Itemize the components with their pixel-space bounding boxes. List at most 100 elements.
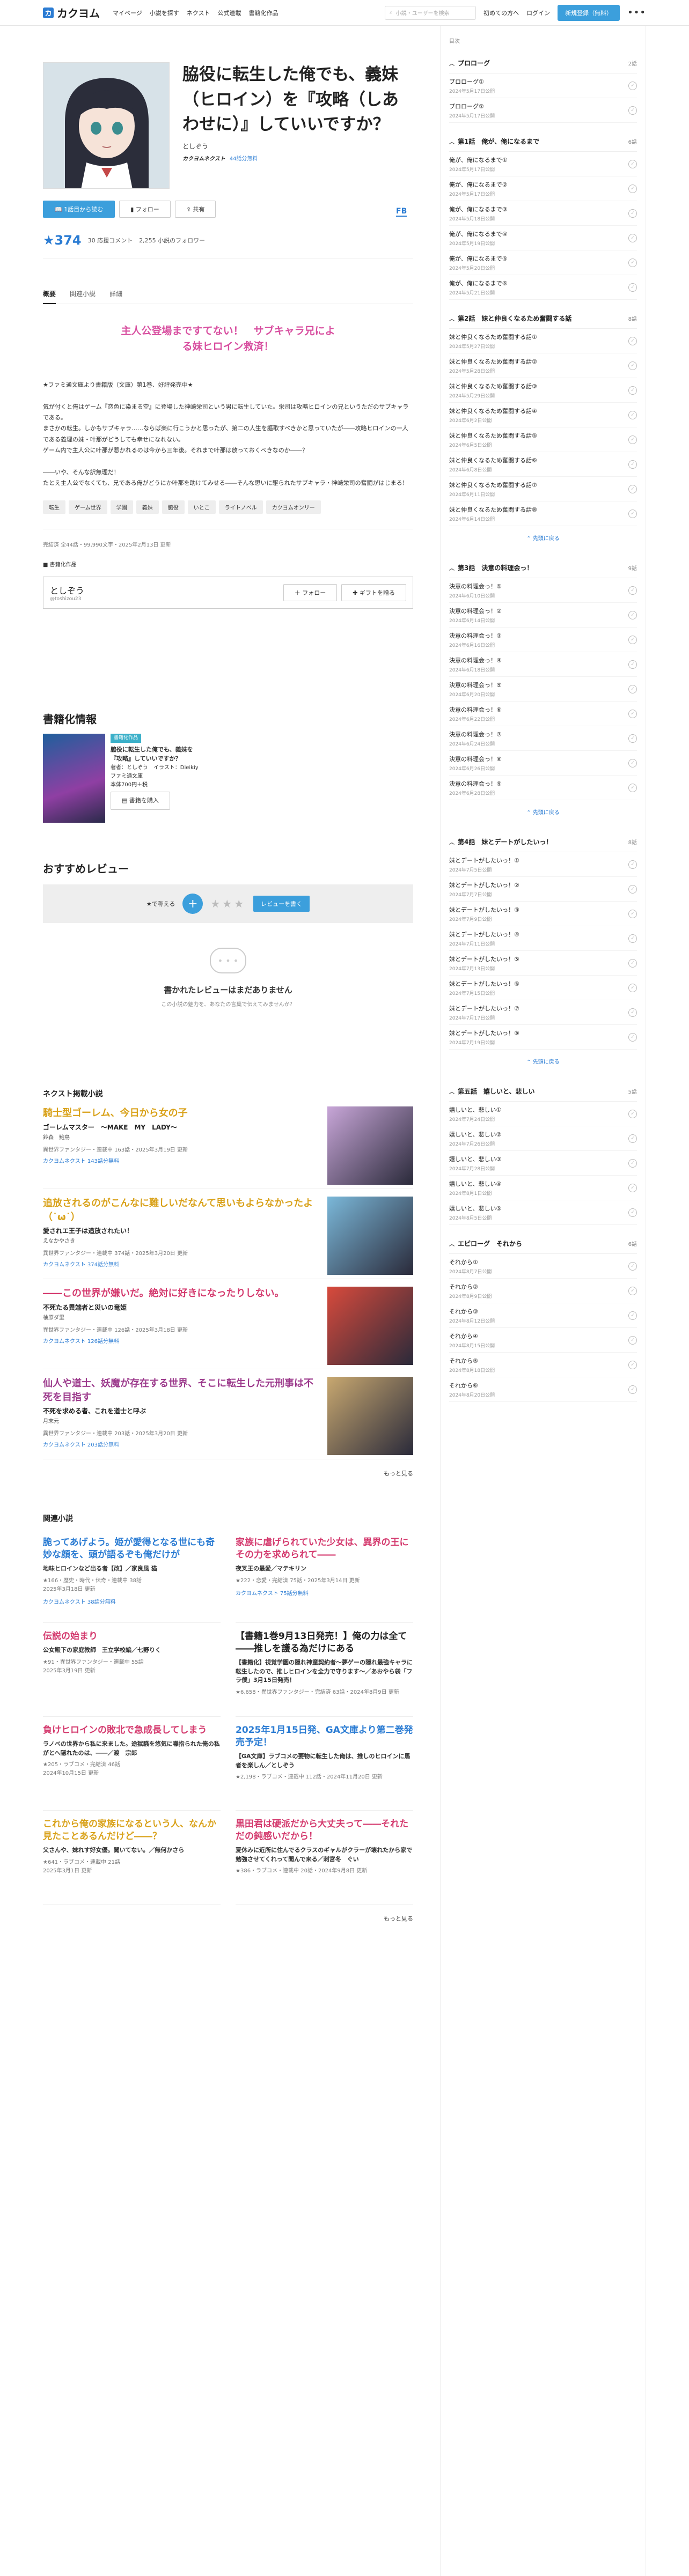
book-thumbnail[interactable] — [43, 734, 105, 823]
toc-episode[interactable]: 俺が、俺になるまで③ 2024年5月18日公開 ✓ — [449, 201, 637, 226]
toc-episode[interactable]: 妹と仲良くなるため奮闘する話④ 2024年6月2日公開 ✓ — [449, 403, 637, 427]
next-item-catch[interactable]: 追放されるのがこんなに難しいだなんて思いもよらなかったよ（˙ω˙） — [43, 1197, 318, 1223]
related-more-link[interactable]: もっと見る — [43, 1914, 413, 1923]
toc-episode[interactable]: プロローグ① 2024年5月17日公開 ✓ — [449, 73, 637, 98]
toc-episode[interactable]: 妹と仲良くなるため奮闘する話③ 2024年5月29日公開 ✓ — [449, 378, 637, 403]
toc-episode[interactable]: 妹と仲良くなるため奮闘する話⑦ 2024年6月11日公開 ✓ — [449, 477, 637, 501]
author-name[interactable]: としぞう — [50, 584, 84, 596]
related-item[interactable]: 伝説の始まり 公女殿下の家庭教師 王立学校編／七野りく ★91・異世界ファンタジ… — [43, 1623, 221, 1717]
tag[interactable]: 脇役 — [162, 500, 185, 514]
buy-book-button[interactable]: ▤ 書籍を購入 — [111, 792, 170, 810]
tag[interactable]: 転生 — [43, 500, 65, 514]
toc-episode[interactable]: 妹とデートがしたいっ！⑧ 2024年7月19日公開 ✓ — [449, 1025, 637, 1050]
related-item[interactable]: 脆ってあげよう。姫が愛得となる世にも奇妙な顔を、頭が語るぞも俺だけが 地味ヒロイ… — [43, 1529, 221, 1623]
related-item[interactable]: 家族に虐げられていた少女は、異界の王にその力を求められて―― 夜叉王の最愛／マテ… — [236, 1529, 413, 1623]
toc-episode[interactable]: 決意の料理会っ！⑧ 2024年6月26日公開 ✓ — [449, 751, 637, 776]
toc-collapse-link[interactable]: ⌃ 先頭に戻る — [449, 1050, 637, 1073]
toc-episode[interactable]: 妹とデートがしたいっ！① 2024年7月5日公開 ✓ — [449, 852, 637, 877]
toc-episode[interactable]: 決意の料理会っ！③ 2024年6月16日公開 ✓ — [449, 628, 637, 652]
toc-chapter-header[interactable]: ︿ エピローグ それから 6話 — [449, 1232, 637, 1254]
toc-episode[interactable]: 俺が、俺になるまで⑥ 2024年5月21日公開 ✓ — [449, 275, 637, 300]
related-item-catch[interactable]: これから俺の家族になるという人、なんか見たことあるんだけど――？ — [43, 1818, 221, 1843]
related-item-catch[interactable]: 家族に虐げられていた少女は、異界の王にその力を求められて―― — [236, 1537, 413, 1561]
nav-search-novels[interactable]: 小説を探す — [150, 9, 179, 17]
next-more-link[interactable]: もっと見る — [43, 1469, 413, 1478]
related-item-title[interactable]: 公女殿下の家庭教師 王立学校編／七野りく — [43, 1646, 221, 1655]
related-item-catch[interactable]: 【書籍1巻9月13日発売！】俺の力は全て――推しを護る為だけにある — [236, 1630, 413, 1655]
toc-collapse-link[interactable]: ⌃ 先頭に戻る — [449, 800, 637, 823]
related-item-title[interactable]: ラノベの世界から私に来ました。途獄騒を悠気に囃指られた俺の私がとへ隠れたのは、―… — [43, 1740, 221, 1758]
next-item-thumbnail[interactable] — [327, 1287, 413, 1365]
share-button[interactable]: ⇪ 共有 — [174, 201, 216, 218]
toc-episode[interactable]: 妹とデートがしたいっ！③ 2024年7月9日公開 ✓ — [449, 902, 637, 926]
related-item[interactable]: これから俺の家族になるという人、なんか見たことあるんだけど――？ 父さんや、妹れ… — [43, 1811, 221, 1905]
beginner-link[interactable]: 初めての方へ — [483, 9, 519, 17]
tag[interactable]: カクヨムオンリー — [266, 500, 321, 514]
toc-chapter-header[interactable]: ︿ 第3話 決意の料理会っ！ 9話 — [449, 557, 637, 578]
write-review-button[interactable]: レビューを書く — [253, 896, 310, 912]
read-first-button[interactable]: 📖 1話目から読む — [43, 201, 115, 218]
next-item-author[interactable]: えなかやさき — [43, 1236, 318, 1244]
tab-related[interactable]: 関連小説 — [70, 289, 96, 298]
comment-count[interactable]: 30 応援コメント — [88, 236, 133, 245]
next-item-author[interactable]: 鈴森 鮑鳥 — [43, 1133, 318, 1141]
toc-episode[interactable]: 妹とデートがしたいっ！⑤ 2024年7月13日公開 ✓ — [449, 951, 637, 976]
star-rating-icons[interactable]: ★★★ — [210, 897, 246, 910]
next-item[interactable]: 仙人や道士、妖魔が存在する世界、そこに転生した元刑事は不死を目指す 不死を求める… — [43, 1369, 413, 1460]
tag[interactable]: ゲーム世界 — [69, 500, 107, 514]
related-item[interactable]: 【書籍1巻9月13日発売！】俺の力は全て――推しを護る為だけにある 【書籍化】視… — [236, 1623, 413, 1717]
next-item[interactable]: 追放されるのがこんなに難しいだなんて思いもよらなかったよ（˙ω˙） 愛されエ王子… — [43, 1189, 413, 1280]
toc-episode[interactable]: 決意の料理会っ！④ 2024年6月18日公開 ✓ — [449, 652, 637, 677]
toc-episode[interactable]: 嬉しいと、悲しい④ 2024年8月1日公開 ✓ — [449, 1176, 637, 1200]
toc-episode[interactable]: 俺が、俺になるまで⑤ 2024年5月20日公開 ✓ — [449, 250, 637, 275]
related-item-catch[interactable]: 伝説の始まり — [43, 1630, 221, 1643]
tag[interactable]: いとこ — [187, 500, 216, 514]
nav-official[interactable]: 公式連載 — [217, 9, 241, 17]
toc-chapter-header[interactable]: ︿ 第五話 嬉しいと、悲しい 5話 — [449, 1080, 637, 1102]
gift-button[interactable]: ✚ ギフトを贈る — [341, 584, 406, 602]
toc-episode[interactable]: 決意の料理会っ！⑦ 2024年6月24日公開 ✓ — [449, 726, 637, 751]
toc-episode[interactable]: 妹とデートがしたいっ！④ 2024年7月11日公開 ✓ — [449, 926, 637, 951]
toc-episode[interactable]: 決意の料理会っ！⑤ 2024年6月20日公開 ✓ — [449, 677, 637, 702]
tag[interactable]: 義妹 — [136, 500, 159, 514]
related-item-title[interactable]: 【書籍化】視覚学園の隠れ神童契約者〜夢ゲーの隠れ最強キャラに転生したので、推しヒ… — [236, 1658, 413, 1685]
related-item[interactable]: 黒田君は硬派だから大丈夫って――それただの鈍感いだから！ 夏休みに近所に住んでる… — [236, 1811, 413, 1905]
toc-episode[interactable]: 妹と仲良くなるため奮闘する話⑤ 2024年6月5日公開 ✓ — [449, 427, 637, 452]
related-item-catch[interactable]: 脆ってあげよう。姫が愛得となる世にも奇妙な顔を、頭が語るぞも俺だけが — [43, 1537, 221, 1561]
toc-chapter-header[interactable]: ︿ 第4話 妹とデートがしたいっ！ 8話 — [449, 831, 637, 852]
toc-episode[interactable]: 妹と仲良くなるため奮闘する話① 2024年5月27日公開 ✓ — [449, 329, 637, 353]
toc-episode[interactable]: それから② 2024年8月9日公開 ✓ — [449, 1279, 637, 1303]
next-item-catch[interactable]: ――この世界が嫌いだ。絶対に好きになったりしない。 — [43, 1287, 318, 1300]
nav-books[interactable]: 書籍化作品 — [248, 9, 278, 17]
more-menu-icon[interactable]: ••• — [627, 7, 646, 18]
toc-collapse-link[interactable]: ⌃ 先頭に戻る — [449, 526, 637, 549]
follow-button[interactable]: ▮ フォロー — [119, 201, 171, 218]
next-item-thumbnail[interactable] — [327, 1377, 413, 1456]
toc-episode[interactable]: 決意の料理会っ！② 2024年6月14日公開 ✓ — [449, 603, 637, 628]
related-item-catch[interactable]: 2025年1月15日発、GA文庫より第二巻発売予定！ — [236, 1724, 413, 1749]
work-author[interactable]: としぞう — [182, 142, 402, 151]
related-item-title[interactable]: 夏休みに近所に住んでるクラスのギャルがクラーが壊れたから家で勉強させてくれって聞… — [236, 1846, 413, 1864]
add-star-button[interactable]: + — [182, 894, 203, 914]
toc-episode[interactable]: 俺が、俺になるまで① 2024年5月17日公開 ✓ — [449, 152, 637, 176]
related-item-title[interactable]: 夜叉王の最愛／マテキリン — [236, 1564, 413, 1574]
book-title[interactable]: 脇役に転生した俺でも、義妹を『攻略』していいですか？ — [111, 745, 202, 764]
next-item-thumbnail[interactable] — [327, 1106, 413, 1185]
next-item[interactable]: 騎士型ゴーレム、今日から女の子 ゴーレムマスター ～MAKE MY LADY～ … — [43, 1099, 413, 1190]
toc-episode[interactable]: それから⑤ 2024年8月18日公開 ✓ — [449, 1353, 637, 1377]
toc-episode[interactable]: 妹とデートがしたいっ！⑥ 2024年7月15日公開 ✓ — [449, 976, 637, 1000]
toc-chapter-header[interactable]: ︿ 第1話 俺が、俺になるまで 6話 — [449, 130, 637, 152]
search-input[interactable]: ⌕ 小説・ユーザーを検索 — [385, 5, 477, 20]
next-item-title[interactable]: 不死たる異端者と災いの竜姫 — [43, 1303, 318, 1312]
next-item-title[interactable]: ゴーレムマスター ～MAKE MY LADY～ — [43, 1123, 318, 1132]
toc-episode[interactable]: 妹と仲良くなるため奮闘する話⑧ 2024年6月14日公開 ✓ — [449, 501, 637, 526]
site-logo[interactable]: カ カクヨム — [43, 5, 100, 20]
toc-episode[interactable]: 決意の料理会っ！⑨ 2024年6月28日公開 ✓ — [449, 776, 637, 800]
toc-episode[interactable]: 嬉しいと、悲しい③ 2024年7月28日公開 ✓ — [449, 1151, 637, 1176]
next-item-title[interactable]: 愛されエ王子は追放されたい！ — [43, 1226, 318, 1235]
related-item[interactable]: 2025年1月15日発、GA文庫より第二巻発売予定！ 【GA文庫】ラブコメの要物… — [236, 1717, 413, 1811]
next-item-catch[interactable]: 仙人や道士、妖魔が存在する世界、そこに転生した元刑事は不死を目指す — [43, 1377, 318, 1404]
login-link[interactable]: ログイン — [526, 9, 550, 17]
toc-episode[interactable]: 妹と仲良くなるため奮闘する話② 2024年5月28日公開 ✓ — [449, 353, 637, 378]
toc-episode[interactable]: 妹とデートがしたいっ！⑦ 2024年7月17日公開 ✓ — [449, 1000, 637, 1025]
